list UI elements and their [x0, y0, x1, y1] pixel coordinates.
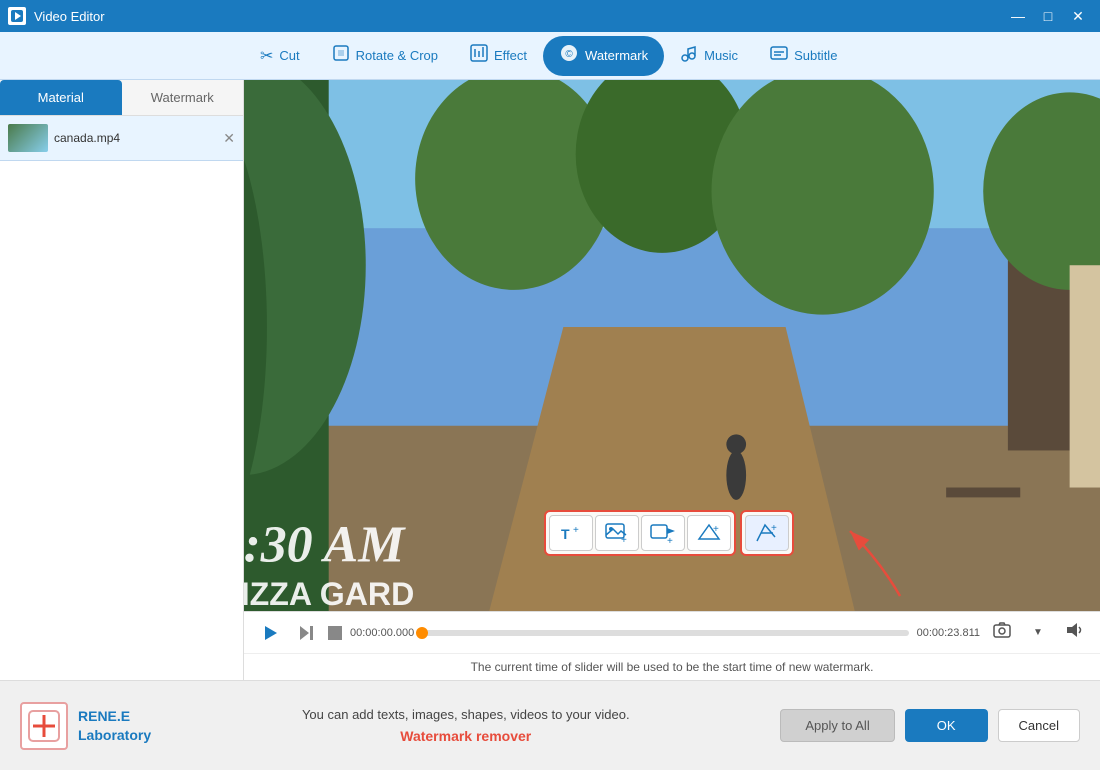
file-name: canada.mp4 [54, 131, 120, 145]
logo-text: RENE.E Laboratory [78, 707, 151, 743]
tab-rotate-label: Rotate & Crop [356, 48, 438, 63]
watermark-icon: © [559, 43, 579, 68]
add-image-button[interactable]: + [595, 515, 639, 551]
video-toolbar: T+ + + + + [544, 510, 794, 556]
tab-watermark[interactable]: © Watermark [543, 36, 664, 76]
logo-area: RENE.E Laboratory [20, 702, 151, 750]
volume-button[interactable] [1060, 619, 1088, 647]
tab-music-label: Music [704, 48, 738, 63]
tab-effect-label: Effect [494, 48, 527, 63]
progress-handle[interactable] [416, 627, 428, 639]
tab-cut-label: Cut [279, 48, 299, 63]
maximize-button[interactable]: □ [1034, 5, 1062, 27]
svg-text:1:30 AM: 1:30 AM [244, 517, 406, 574]
svg-text:+: + [621, 535, 627, 546]
cut-icon: ✂ [260, 46, 273, 66]
tab-music[interactable]: Music [664, 36, 754, 76]
time-end: 00:00:23.811 [917, 627, 980, 639]
watermark-remover-label: Watermark remover [400, 728, 531, 744]
panel-content [0, 161, 243, 680]
music-icon [680, 44, 698, 67]
title-bar: Video Editor — □ ✕ [0, 0, 1100, 32]
video-preview[interactable]: 1:30 AM NIZZA GARD T+ + + + [244, 80, 1100, 611]
remove-tool-group: + [740, 510, 794, 556]
remove-watermark-button[interactable]: + [745, 515, 789, 551]
tab-watermark-label: Watermark [585, 48, 648, 63]
app-title: Video Editor [34, 9, 105, 24]
action-buttons: Apply to All OK Cancel [780, 709, 1080, 742]
svg-text:+: + [713, 524, 719, 535]
logo-name-line2: Laboratory [78, 726, 151, 744]
svg-text:NIZZA GARD: NIZZA GARD [244, 576, 414, 611]
tab-subtitle-label: Subtitle [794, 48, 837, 63]
svg-text:+: + [573, 525, 579, 536]
panel-tab-material[interactable]: Material [0, 80, 122, 115]
tab-rotate[interactable]: Rotate & Crop [316, 36, 454, 76]
cancel-button[interactable]: Cancel [998, 709, 1080, 742]
add-shape-button[interactable]: + [687, 515, 731, 551]
svg-text:+: + [667, 536, 673, 547]
tab-cut[interactable]: ✂ Cut [244, 36, 316, 76]
video-area: 1:30 AM NIZZA GARD T+ + + + [244, 80, 1100, 680]
svg-text:T: T [561, 526, 570, 542]
video-file-item[interactable]: canada.mp4 ✕ [0, 116, 243, 161]
time-start: 00:00:00.000 [350, 627, 414, 639]
panel-tab-watermark[interactable]: Watermark [122, 80, 244, 115]
camera-dropdown-button[interactable]: ▼ [1024, 619, 1052, 647]
svg-text:©: © [565, 49, 573, 60]
step-forward-button[interactable] [292, 619, 320, 647]
bottom-area: RENE.E Laboratory You can add texts, ima… [0, 680, 1100, 770]
svg-text:+: + [771, 523, 777, 534]
progress-bar[interactable] [422, 630, 908, 636]
screenshot-button[interactable] [988, 619, 1016, 647]
tab-bar: ✂ Cut Rotate & Crop Effect © Watermark M… [0, 32, 1100, 80]
add-tools-group: T+ + + + [544, 510, 736, 556]
rotate-icon [332, 44, 350, 67]
logo-icon [20, 702, 68, 750]
subtitle-icon [770, 44, 788, 67]
controls-bar: 00:00:00.000 00:00:23.811 ▼ [244, 611, 1100, 653]
close-button[interactable]: ✕ [1064, 5, 1092, 27]
app-icon [8, 7, 26, 25]
add-text-button[interactable]: T+ [549, 515, 593, 551]
apply-all-button[interactable]: Apply to All [780, 709, 894, 742]
logo-name-line1: RENE.E [78, 707, 151, 725]
main-area: Material Watermark canada.mp4 ✕ [0, 80, 1100, 680]
minimize-button[interactable]: — [1004, 5, 1032, 27]
status-message: The current time of slider will be used … [471, 660, 874, 674]
thumbnail-preview [8, 124, 48, 152]
effect-icon [470, 44, 488, 67]
add-video-button[interactable]: + [641, 515, 685, 551]
ok-button[interactable]: OK [905, 709, 988, 742]
left-panel: Material Watermark canada.mp4 ✕ [0, 80, 244, 680]
panel-tabs: Material Watermark [0, 80, 243, 116]
status-bar: The current time of slider will be used … [244, 653, 1100, 680]
play-button[interactable] [256, 619, 284, 647]
tab-effect[interactable]: Effect [454, 36, 543, 76]
description-text: You can add texts, images, shapes, video… [302, 707, 630, 722]
stop-button[interactable] [328, 626, 342, 640]
close-file-icon[interactable]: ✕ [223, 130, 235, 147]
tab-subtitle[interactable]: Subtitle [754, 36, 853, 76]
